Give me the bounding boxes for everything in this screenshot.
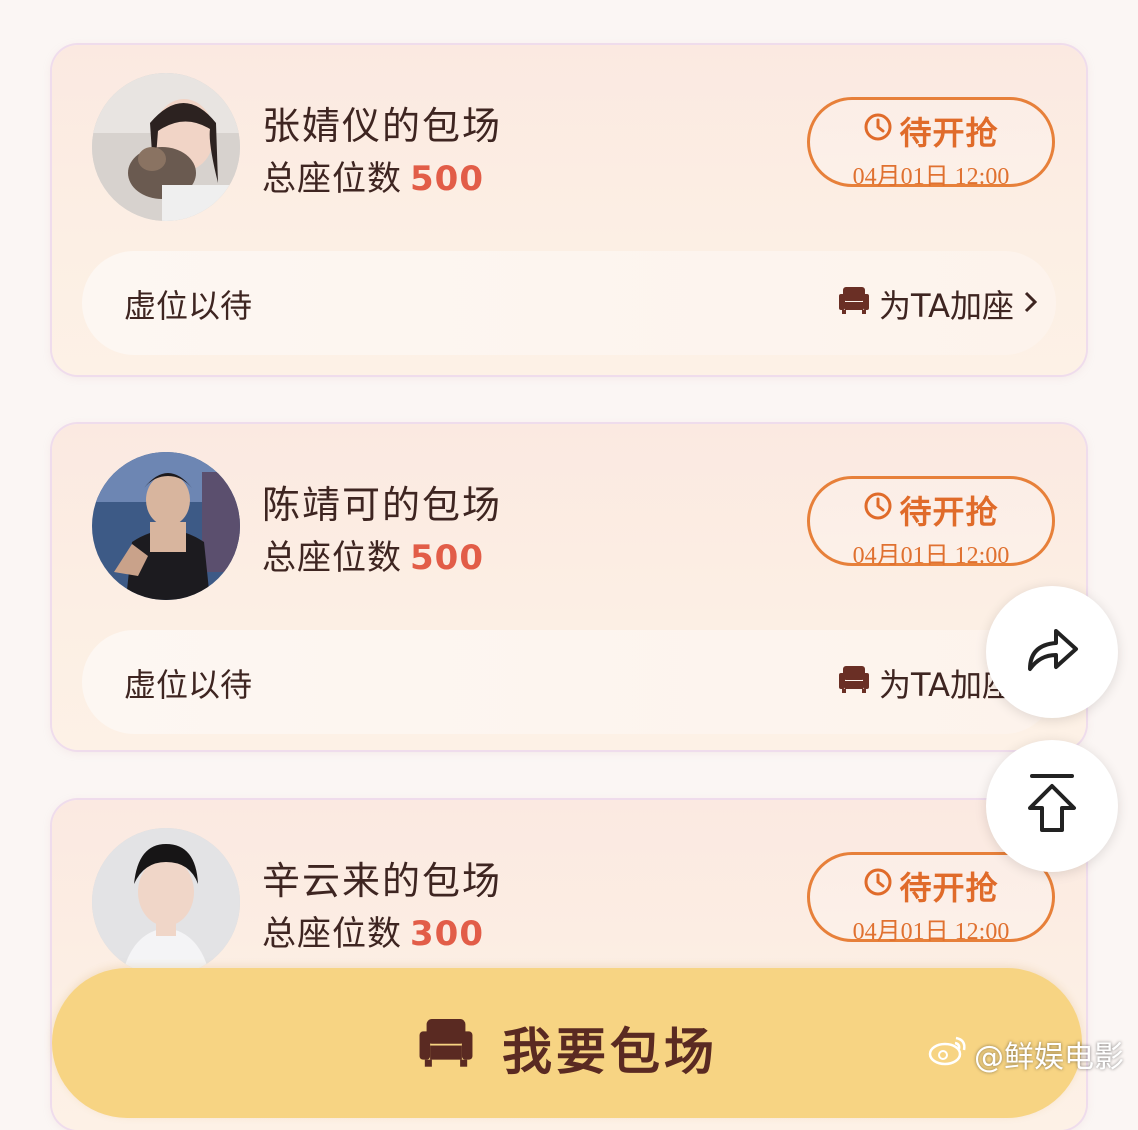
watermark-text: @鲜娱电影 [974, 1040, 1124, 1075]
sofa-icon [416, 1015, 476, 1081]
status-badge[interactable]: 待开抢 04月01日 12:00 [807, 476, 1055, 569]
seat-count: 总座位数 500 [262, 151, 484, 200]
weibo-icon [928, 1034, 968, 1074]
share-icon [1022, 625, 1082, 679]
clock-icon [863, 867, 893, 905]
vacant-label: 虚位以待 [124, 287, 253, 325]
seat-count-label: 总座位数 [262, 159, 402, 199]
chevron-right-icon [1022, 285, 1040, 323]
status-badge[interactable]: 待开抢 04月01日 12:00 [807, 97, 1055, 190]
book-screening-label: 我要包场 [502, 1023, 718, 1081]
seat-row: 虚位以待 为TA加座 [82, 251, 1056, 355]
clock-icon [863, 491, 893, 529]
card-title: 张婧仪的包场 [262, 104, 503, 148]
screening-card-1: 张婧仪的包场 总座位数 500 待开抢 04月01日 12:00 虚位以待 为TA… [52, 45, 1086, 375]
status-time: 04月01日 12:00 [852, 164, 1010, 190]
back-to-top-button[interactable] [986, 740, 1118, 872]
add-seat-link[interactable]: 为TA加座 [837, 281, 1040, 327]
status-text: 待开抢 [899, 493, 999, 531]
seat-count: 总座位数 500 [262, 530, 484, 579]
sofa-icon [837, 664, 871, 702]
seat-count-value: 300 [410, 914, 484, 954]
status-time: 04月01日 12:00 [852, 543, 1010, 569]
watermark: @鲜娱电影 [928, 1032, 1124, 1076]
status-text: 待开抢 [899, 869, 999, 907]
seat-count-value: 500 [410, 159, 484, 199]
seat-count: 总座位数 300 [262, 906, 484, 955]
sofa-icon [837, 285, 871, 323]
status-badge[interactable]: 待开抢 04月01日 12:00 [807, 852, 1055, 945]
back-to-top-icon [1024, 772, 1080, 840]
avatar[interactable] [92, 828, 240, 976]
vacant-label: 虚位以待 [124, 666, 253, 704]
seat-count-label: 总座位数 [262, 538, 402, 578]
card-title: 陈靖可的包场 [262, 483, 503, 527]
seat-count-label: 总座位数 [262, 914, 402, 954]
avatar[interactable] [92, 73, 240, 221]
seat-row: 虚位以待 为TA加座 [82, 630, 1056, 734]
seat-count-value: 500 [410, 538, 484, 578]
status-text: 待开抢 [899, 114, 999, 152]
avatar[interactable] [92, 452, 240, 600]
share-button[interactable] [986, 586, 1118, 718]
screening-card-2: 陈靖可的包场 总座位数 500 待开抢 04月01日 12:00 虚位以待 为TA… [52, 424, 1086, 750]
clock-icon [863, 112, 893, 150]
status-time: 04月01日 12:00 [852, 919, 1010, 945]
add-seat-label: 为TA加座 [879, 287, 1014, 325]
card-title: 辛云来的包场 [262, 859, 503, 903]
